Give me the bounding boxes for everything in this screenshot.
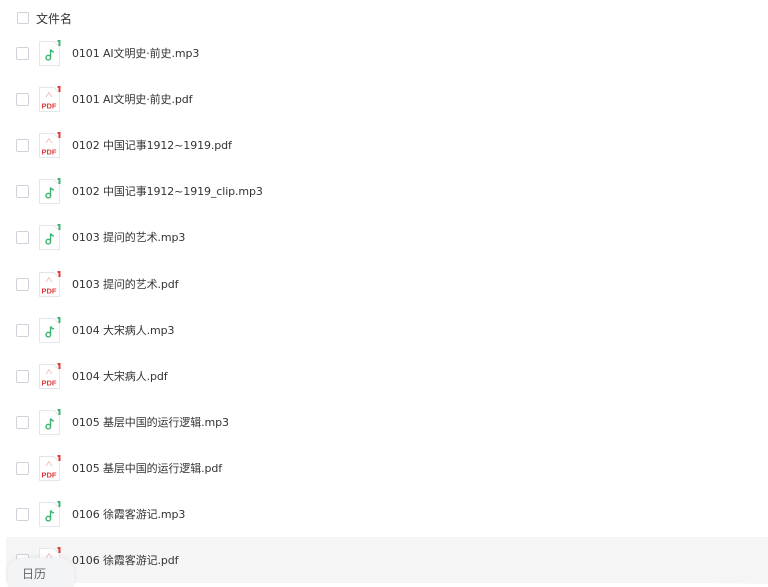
svg-text:PDF: PDF xyxy=(42,378,57,387)
pdf-file-icon: PDF xyxy=(38,270,61,298)
file-name[interactable]: 0104 大宋病人.mp3 xyxy=(72,322,174,338)
file-row[interactable]: PDF 0101 AI文明史·前史.pdf xyxy=(0,76,768,122)
file-name[interactable]: 0103 提问的艺术.pdf xyxy=(72,276,179,292)
file-name[interactable]: 0104 大宋病人.pdf xyxy=(72,368,168,384)
music-file-icon xyxy=(38,408,61,436)
file-row[interactable]: 0102 中国记事1912~1919_clip.mp3 xyxy=(0,168,768,214)
file-name[interactable]: 0101 AI文明史·前史.mp3 xyxy=(72,45,199,61)
pdf-file-icon: PDF xyxy=(38,85,61,113)
file-name[interactable]: 0105 基层中国的运行逻辑.mp3 xyxy=(72,414,229,430)
file-row-checkbox[interactable] xyxy=(16,415,29,429)
file-name[interactable]: 0102 中国记事1912~1919.pdf xyxy=(72,137,232,153)
svg-text:PDF: PDF xyxy=(42,101,57,110)
pdf-file-icon: PDF xyxy=(38,454,61,482)
file-row-checkbox[interactable] xyxy=(16,323,29,337)
file-name[interactable]: 0102 中国记事1912~1919_clip.mp3 xyxy=(72,183,263,199)
music-file-icon xyxy=(38,500,61,528)
file-name[interactable]: 0105 基层中国的运行逻辑.pdf xyxy=(72,460,222,476)
music-file-icon xyxy=(38,223,61,251)
file-row[interactable]: PDF0106 徐霞客游记.pdf xyxy=(6,537,768,583)
file-row-checkbox[interactable] xyxy=(16,92,29,106)
pdf-file-icon: PDF xyxy=(38,362,61,390)
svg-text:PDF: PDF xyxy=(42,147,57,156)
pdf-file-icon: PDF xyxy=(38,131,61,159)
select-all-checkbox[interactable] xyxy=(17,12,29,24)
svg-text:PDF: PDF xyxy=(42,470,57,479)
file-row-checkbox[interactable] xyxy=(16,507,29,521)
file-row-checkbox[interactable] xyxy=(16,277,29,291)
file-row-checkbox[interactable] xyxy=(16,369,29,383)
file-row[interactable]: 0104 大宋病人.mp3 xyxy=(0,307,768,353)
row-fade xyxy=(708,538,768,584)
file-row-checkbox[interactable] xyxy=(16,46,29,60)
file-row-checkbox[interactable] xyxy=(16,184,29,198)
music-file-icon xyxy=(38,39,61,67)
file-name[interactable]: 0103 提问的艺术.mp3 xyxy=(72,229,185,245)
file-row[interactable]: PDF 0102 中国记事1912~1919.pdf xyxy=(0,122,768,168)
svg-text:PDF: PDF xyxy=(42,286,57,295)
file-name[interactable]: 0106 徐霞客游记.mp3 xyxy=(72,506,185,522)
file-row[interactable]: 0103 提问的艺术.mp3 xyxy=(0,214,768,260)
file-row[interactable]: PDF 0104 大宋病人.pdf xyxy=(0,353,768,399)
calendar-tab[interactable]: 日历 xyxy=(8,558,74,587)
music-file-icon xyxy=(38,177,61,205)
file-name[interactable]: 0101 AI文明史·前史.pdf xyxy=(72,91,192,107)
file-row[interactable]: 0105 基层中国的运行逻辑.mp3 xyxy=(0,399,768,445)
file-row-checkbox[interactable] xyxy=(16,138,29,152)
file-row[interactable]: 0106 徐霞客游记.mp3 xyxy=(0,491,768,537)
file-row[interactable]: PDF 0103 提问的艺术.pdf xyxy=(0,261,768,307)
file-row[interactable]: PDF 0105 基层中国的运行逻辑.pdf xyxy=(0,445,768,491)
file-list: 文件名 0101 AI文明史·前史.mp3 PDF 0101 AI文明史·前史.pd… xyxy=(0,0,768,587)
file-row-checkbox[interactable] xyxy=(16,461,29,475)
calendar-tab-label: 日历 xyxy=(21,567,46,581)
file-name[interactable]: 0106 徐霞客游记.pdf xyxy=(72,552,179,568)
filename-column-header[interactable]: 文件名 xyxy=(36,10,72,27)
file-row-checkbox[interactable] xyxy=(16,230,29,244)
music-file-icon xyxy=(38,316,61,344)
file-row[interactable]: 0101 AI文明史·前史.mp3 xyxy=(0,30,768,76)
